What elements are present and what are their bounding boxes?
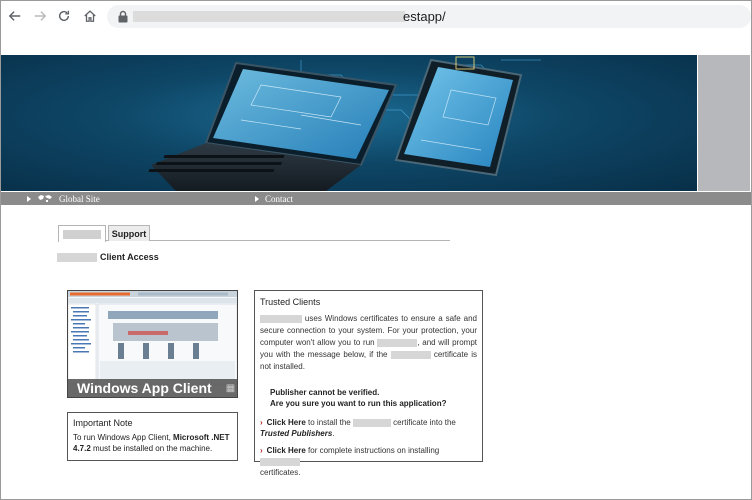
- windows-logo-icon: ▦: [225, 382, 236, 394]
- instructions-line: › Click Here for complete instructions on…: [260, 445, 477, 478]
- world-map-icon: [38, 195, 52, 202]
- note-text-before: To run Windows App Client,: [73, 433, 174, 442]
- tab-label-redacted: [63, 229, 101, 239]
- thumbnail-caption-text: Windows App Client: [77, 380, 212, 396]
- link1-text-b: certificate into the: [390, 418, 456, 427]
- warning-line-2: Are you sure you want to run this applic…: [270, 399, 447, 408]
- global-site-label: Global Site: [59, 193, 100, 204]
- triangle-right-icon: [27, 195, 31, 202]
- link2-text: for complete instructions on installing: [305, 446, 440, 455]
- lock-icon: [118, 10, 128, 23]
- windows-app-client-thumbnail[interactable]: Windows App Client ▦: [67, 290, 238, 398]
- banner-side-panel: [698, 55, 750, 191]
- important-note-box: Important Note To run Windows App Client…: [67, 412, 238, 461]
- triangle-right-icon: [255, 195, 259, 202]
- url-redacted: [133, 11, 405, 22]
- link1-end: .: [332, 429, 335, 438]
- instructions-link[interactable]: Click Here: [267, 446, 306, 455]
- thumbnail-caption: Windows App Client ▦: [68, 379, 237, 397]
- trusted-clients-title: Trusted Clients: [260, 297, 321, 307]
- trusted-clients-paragraph: uses Windows certificates to ensure a sa…: [260, 313, 477, 373]
- back-arrow-icon[interactable]: [6, 7, 24, 25]
- important-note-title: Important Note: [73, 418, 133, 428]
- brand-redacted: [57, 252, 97, 262]
- contact-link[interactable]: Contact: [255, 192, 293, 205]
- publisher-warning: Publisher cannot be verified. Are you su…: [270, 387, 477, 409]
- laptop-tablet-illustration: [148, 56, 541, 191]
- home-icon[interactable]: [81, 7, 99, 25]
- contact-label: Contact: [265, 193, 293, 204]
- trusted-publishers-text: Trusted Publishers: [260, 429, 333, 438]
- forward-arrow-icon[interactable]: [31, 7, 49, 25]
- url-text: estapp/: [403, 9, 446, 24]
- top-nav-strip: Global Site Contact: [1, 192, 751, 205]
- link1-text-a: to install the: [305, 418, 353, 427]
- install-certificate-line: › Click Here to install the certificate i…: [260, 417, 477, 439]
- chevron-right-icon: ›: [260, 418, 263, 427]
- tab-support-label: Support: [111, 228, 147, 239]
- chevron-right-icon: ›: [260, 446, 263, 455]
- note-text-after: must be installed on the machine.: [90, 444, 213, 453]
- reload-icon[interactable]: [55, 7, 73, 25]
- hero-banner: [1, 55, 697, 191]
- tab-redacted[interactable]: [58, 225, 106, 242]
- client-access-label: Client Access: [100, 252, 159, 262]
- client-access-heading: Client Access: [57, 252, 159, 262]
- browser-toolbar: estapp/: [1, 1, 751, 31]
- redacted-text: [352, 418, 391, 427]
- install-certificate-link[interactable]: Click Here: [267, 418, 306, 427]
- tab-bar: Support: [58, 225, 450, 242]
- global-site-link[interactable]: Global Site: [27, 192, 100, 205]
- trusted-clients-box: Trusted Clients uses Windows certificate…: [254, 290, 483, 477]
- tab-support[interactable]: Support: [108, 225, 150, 241]
- link2-end: certificates.: [260, 468, 301, 477]
- redacted-text: [377, 338, 418, 347]
- redacted-text: [390, 350, 431, 359]
- warning-line-1: Publisher cannot be verified.: [270, 388, 380, 397]
- redacted-text: [260, 314, 302, 323]
- address-bar[interactable]: estapp/: [107, 5, 751, 28]
- redacted-text: [260, 457, 300, 466]
